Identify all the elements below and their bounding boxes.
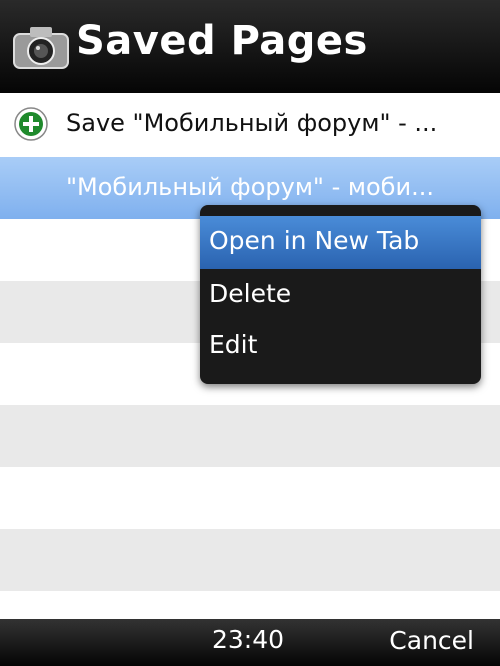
list-row <box>0 405 500 467</box>
menu-item-label: Edit <box>209 330 258 359</box>
menu-item-label: Delete <box>209 279 292 308</box>
list-item-label: Save "Мобильный форум" - ... <box>66 109 438 137</box>
list-item-label: "Мобильный форум" - моби... <box>66 173 434 201</box>
open-in-new-tab-item[interactable]: Open in New Tab <box>200 216 481 269</box>
delete-item[interactable]: Delete <box>200 269 481 322</box>
cancel-button[interactable]: Cancel <box>389 626 474 655</box>
list-row <box>0 467 500 529</box>
title-bar: Saved Pages <box>0 0 500 93</box>
save-page-item[interactable]: Save "Мобильный форум" - ... <box>0 93 500 155</box>
edit-item[interactable]: Edit <box>200 320 481 373</box>
list-row <box>0 591 500 619</box>
context-menu: Open in New Tab Delete Edit <box>200 205 481 384</box>
add-icon <box>14 107 48 141</box>
list-row <box>0 529 500 591</box>
page-title: Saved Pages <box>76 18 368 64</box>
clock: 23:40 <box>212 625 285 654</box>
camera-icon <box>13 27 69 69</box>
softkey-bar: 23:40 Cancel <box>0 619 500 666</box>
menu-item-label: Open in New Tab <box>209 226 420 255</box>
